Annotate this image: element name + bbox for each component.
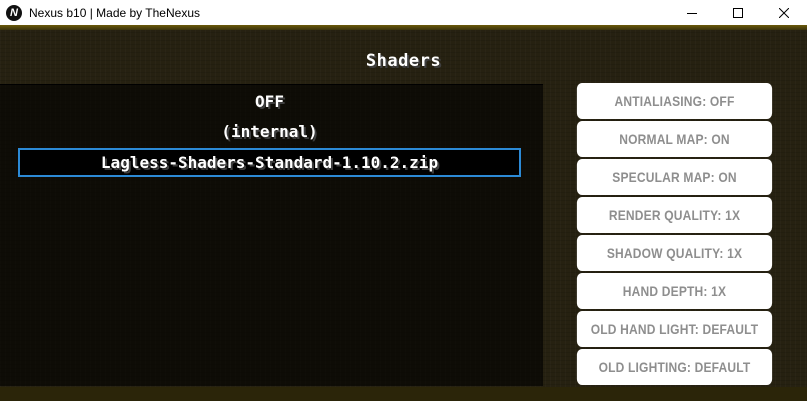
specular-map-button[interactable]: SPECULAR MAP: ON bbox=[576, 159, 773, 195]
bottom-border-strip bbox=[0, 387, 807, 401]
shadow-quality-button[interactable]: SHADOW QUALITY: 1X bbox=[576, 235, 773, 271]
shader-pack-list[interactable]: OFF (internal) Lagless-Shaders-Standard-… bbox=[0, 84, 543, 386]
screen-title: Shaders bbox=[365, 51, 442, 71]
minimize-icon bbox=[687, 12, 697, 14]
close-icon bbox=[779, 7, 789, 18]
old-lighting-label: OLD LIGHTING: DEFAULT bbox=[598, 359, 751, 375]
app-logo-icon: N bbox=[6, 4, 22, 21]
old-hand-light-label: OLD HAND LIGHT: DEFAULT bbox=[590, 321, 759, 337]
specular-map-label: SPECULAR MAP: ON bbox=[612, 169, 737, 185]
top-border-strip bbox=[0, 25, 807, 30]
shadow-quality-label: SHADOW QUALITY: 1X bbox=[606, 245, 743, 261]
window-title: Nexus b10 | Made by TheNexus bbox=[29, 5, 200, 20]
normal-map-label: NORMAL MAP: ON bbox=[619, 131, 730, 147]
shader-pack-item-internal[interactable]: (internal) bbox=[18, 117, 521, 146]
old-hand-light-button[interactable]: OLD HAND LIGHT: DEFAULT bbox=[576, 311, 773, 347]
render-quality-button[interactable]: RENDER QUALITY: 1X bbox=[576, 197, 773, 233]
maximize-icon bbox=[733, 7, 743, 18]
minimize-button[interactable] bbox=[669, 0, 715, 25]
shader-pack-item-selected[interactable]: Lagless-Shaders-Standard-1.10.2.zip bbox=[18, 148, 521, 177]
shader-pack-item-off[interactable]: OFF bbox=[18, 87, 521, 116]
hand-depth-button[interactable]: HAND DEPTH: 1X bbox=[576, 273, 773, 309]
antialiasing-label: ANTIALIASING: OFF bbox=[614, 93, 735, 109]
close-button[interactable] bbox=[761, 0, 807, 25]
antialiasing-button[interactable]: ANTIALIASING: OFF bbox=[576, 83, 773, 119]
window-title-bar[interactable]: N Nexus b10 | Made by TheNexus bbox=[0, 0, 807, 25]
maximize-button[interactable] bbox=[715, 0, 761, 25]
render-quality-label: RENDER QUALITY: 1X bbox=[608, 207, 741, 223]
old-lighting-button[interactable]: OLD LIGHTING: DEFAULT bbox=[576, 349, 773, 385]
hand-depth-label: HAND DEPTH: 1X bbox=[622, 283, 727, 299]
game-area: Shaders OFF (internal) Lagless-Shaders-S… bbox=[0, 25, 807, 401]
normal-map-button[interactable]: NORMAL MAP: ON bbox=[576, 121, 773, 157]
window-controls bbox=[669, 0, 807, 25]
